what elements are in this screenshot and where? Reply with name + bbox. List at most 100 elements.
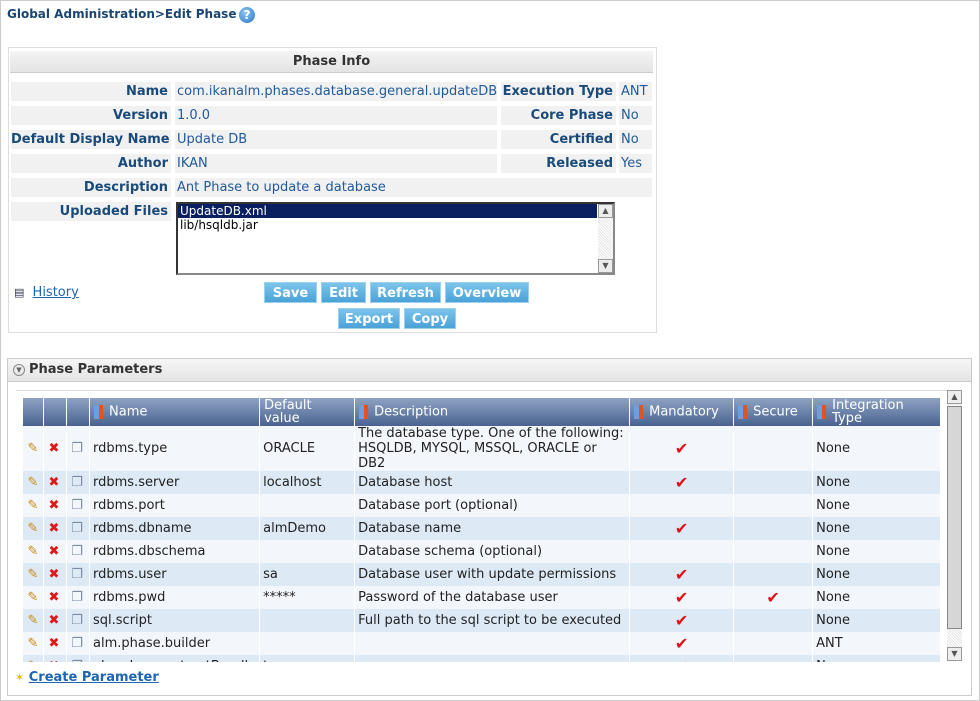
copy-icon[interactable]: ❐ xyxy=(66,609,90,632)
mandatory-check-icon: ✔ xyxy=(629,563,735,586)
parameters-table: Name Default value Description Mandatory… xyxy=(23,398,941,662)
param-name: alm.phase.builder xyxy=(89,632,261,655)
scrollbar[interactable]: ▲ ▼ xyxy=(598,204,613,273)
table-scrollbar[interactable]: ▲ ▼ xyxy=(947,390,962,661)
delete-icon[interactable]: ✖ xyxy=(43,563,67,586)
edit-icon[interactable]: ✎ xyxy=(23,655,44,662)
phase-parameters-title: Phase Parameters xyxy=(29,362,163,377)
create-parameter-label[interactable]: Create Parameter xyxy=(29,670,159,685)
edit-icon[interactable]: ✎ xyxy=(23,563,44,586)
copy-icon[interactable]: ❐ xyxy=(66,632,90,655)
param-default xyxy=(259,632,356,655)
history-icon: ▤ xyxy=(14,286,25,299)
delete-icon[interactable]: ✖ xyxy=(43,426,67,471)
param-description xyxy=(354,632,631,655)
secure-check-icon xyxy=(733,609,814,632)
mandatory-check-icon: ✔ xyxy=(629,609,735,632)
phase-parameters-header[interactable]: ▼ Phase Parameters xyxy=(8,359,971,382)
scroll-up-icon[interactable]: ▲ xyxy=(947,390,962,404)
mandatory-check-icon xyxy=(629,540,735,563)
save-button[interactable]: Save xyxy=(264,282,317,303)
scroll-up-icon[interactable]: ▲ xyxy=(598,204,613,218)
mandatory-check-icon: ✔ xyxy=(629,655,735,662)
delete-icon[interactable]: ✖ xyxy=(43,586,67,609)
param-description: Password of the database user xyxy=(354,586,631,609)
field-label: Description xyxy=(11,178,171,197)
field-label: Name xyxy=(11,82,171,101)
column-integration-type[interactable]: Integration Type xyxy=(812,398,941,426)
export-button[interactable]: Export xyxy=(338,308,400,329)
column-mandatory[interactable]: Mandatory xyxy=(629,398,735,426)
copy-button[interactable]: Copy xyxy=(404,308,456,329)
edit-icon[interactable]: ✎ xyxy=(23,517,44,540)
param-default: localhost xyxy=(259,471,356,494)
delete-icon[interactable]: ✖ xyxy=(43,517,67,540)
refresh-button[interactable]: Refresh xyxy=(370,282,441,303)
mandatory-check-icon: ✔ xyxy=(629,517,735,540)
delete-icon[interactable]: ✖ xyxy=(43,494,67,517)
column-name[interactable]: Name xyxy=(89,398,261,426)
field-label: Released xyxy=(501,154,616,173)
copy-icon[interactable]: ❐ xyxy=(66,540,90,563)
create-parameter-link[interactable]: ✶ Create Parameter xyxy=(15,670,159,685)
secure-check-icon xyxy=(733,563,814,586)
mandatory-check-icon: ✔ xyxy=(629,471,735,494)
field-value: No xyxy=(619,130,652,149)
overview-button[interactable]: Overview xyxy=(445,282,529,303)
param-integration: None xyxy=(812,563,941,586)
help-icon[interactable]: ? xyxy=(239,7,255,23)
table-row: ✎ ✖ ❐ rdbms.dbname almDemo Database name… xyxy=(23,517,941,540)
param-integration: None xyxy=(812,426,941,471)
history-label[interactable]: History xyxy=(33,285,79,300)
edit-icon[interactable]: ✎ xyxy=(23,609,44,632)
edit-icon[interactable]: ✎ xyxy=(23,426,44,471)
delete-icon[interactable]: ✖ xyxy=(43,540,67,563)
edit-button[interactable]: Edit xyxy=(321,282,366,303)
param-integration: None xyxy=(812,517,941,540)
column-description[interactable]: Description xyxy=(354,398,631,426)
delete-icon[interactable]: ✖ xyxy=(43,632,67,655)
scroll-down-icon[interactable]: ▼ xyxy=(947,647,962,661)
delete-icon[interactable]: ✖ xyxy=(43,609,67,632)
param-integration: None xyxy=(812,609,941,632)
copy-icon[interactable]: ❐ xyxy=(66,426,90,471)
param-description: Database name xyxy=(354,517,631,540)
edit-icon[interactable]: ✎ xyxy=(23,471,44,494)
field-value: IKAN xyxy=(175,154,497,173)
mandatory-check-icon: ✔ xyxy=(629,632,735,655)
edit-icon[interactable]: ✎ xyxy=(23,540,44,563)
table-row: ✎ ✖ ❐ rdbms.type ORACLE The database typ… xyxy=(23,426,941,471)
copy-icon[interactable]: ❐ xyxy=(66,494,90,517)
scroll-thumb[interactable] xyxy=(947,406,962,629)
field-value: Update DB xyxy=(175,130,497,149)
uploaded-files-list[interactable]: UpdateDB.xml lib/hsqldb.jar ▲ ▼ xyxy=(176,202,615,275)
edit-icon[interactable]: ✎ xyxy=(23,632,44,655)
field-label: Default Display Name xyxy=(11,130,171,149)
scroll-down-icon[interactable]: ▼ xyxy=(598,259,613,273)
param-integration: ANT xyxy=(812,632,941,655)
param-integration: None xyxy=(812,586,941,609)
table-row: ✎ ✖ ❐ rdbms.user sa Database user with u… xyxy=(23,563,941,586)
collapse-icon[interactable]: ▼ xyxy=(13,363,25,376)
copy-icon[interactable]: ❐ xyxy=(66,586,90,609)
param-name: rdbms.pwd xyxy=(89,586,261,609)
column-default-value: Default value xyxy=(259,398,356,426)
edit-icon[interactable]: ✎ xyxy=(23,494,44,517)
file-option[interactable]: lib/hsqldb.jar xyxy=(178,218,613,232)
delete-icon[interactable]: ✖ xyxy=(43,471,67,494)
param-integration: None xyxy=(812,471,941,494)
history-link[interactable]: ▤ History xyxy=(14,285,79,300)
delete-icon[interactable]: ✖ xyxy=(43,655,67,662)
copy-icon[interactable]: ❐ xyxy=(66,471,90,494)
copy-icon[interactable]: ❐ xyxy=(66,563,90,586)
column-secure[interactable]: Secure xyxy=(733,398,814,426)
file-option[interactable]: UpdateDB.xml xyxy=(178,204,597,218)
param-description xyxy=(354,655,631,662)
edit-icon[interactable]: ✎ xyxy=(23,586,44,609)
secure-check-icon xyxy=(733,632,814,655)
table-row: ✎ ✖ ❐ alm.phase.extractBundle true ✔ Non… xyxy=(23,655,941,662)
copy-icon[interactable]: ❐ xyxy=(66,655,90,662)
sort-icon xyxy=(738,405,748,419)
secure-check-icon xyxy=(733,426,814,471)
copy-icon[interactable]: ❐ xyxy=(66,517,90,540)
